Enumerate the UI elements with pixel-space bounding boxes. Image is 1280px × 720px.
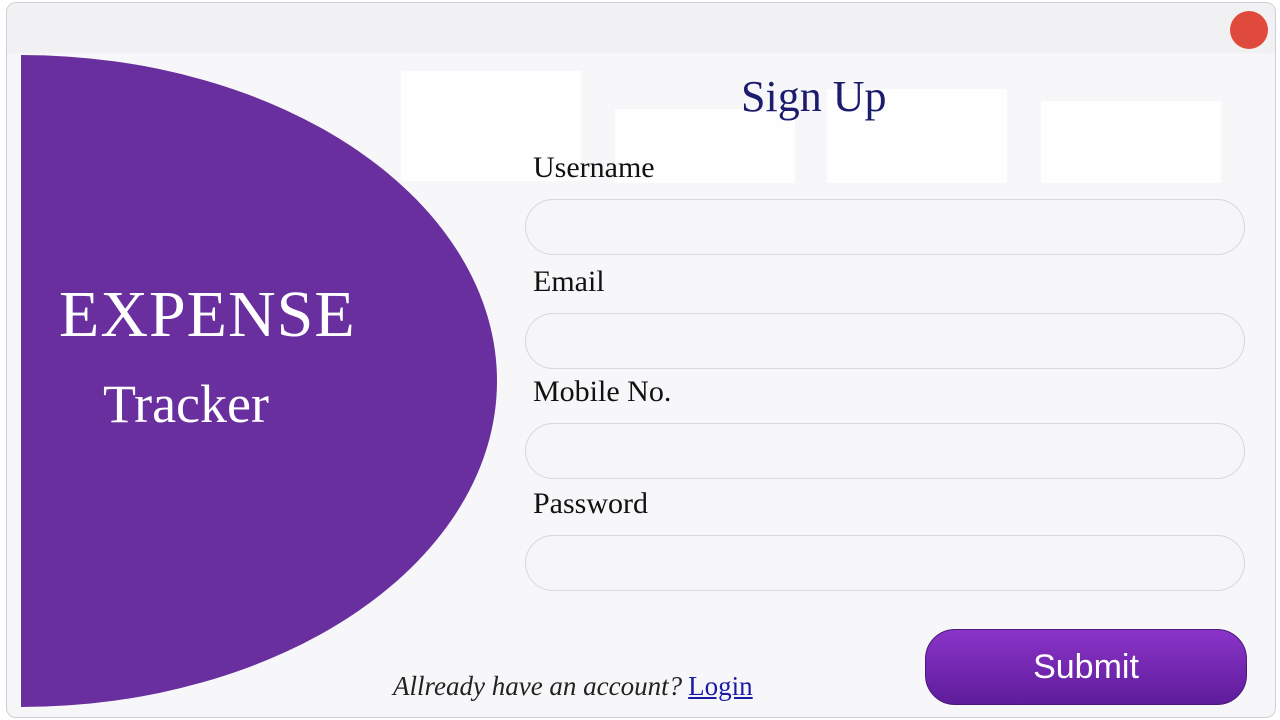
- submit-button[interactable]: Submit: [925, 629, 1247, 705]
- mobile-input[interactable]: [525, 423, 1245, 479]
- background-thumbnail: [1041, 101, 1221, 183]
- email-label: Email: [533, 265, 605, 298]
- password-input[interactable]: [525, 535, 1245, 591]
- signup-window: EXPENSE Tracker Sign Up Username Email M…: [6, 2, 1276, 718]
- login-row: Allready have an account? Login: [393, 671, 841, 711]
- mobile-label: Mobile No.: [533, 375, 672, 408]
- content-area: EXPENSE Tracker Sign Up Username Email M…: [21, 53, 1261, 709]
- close-icon[interactable]: [1230, 11, 1268, 49]
- login-link[interactable]: Login: [688, 671, 753, 701]
- brand-title: EXPENSE: [59, 278, 356, 351]
- password-label: Password: [533, 487, 649, 520]
- username-input[interactable]: [525, 199, 1245, 255]
- email-input[interactable]: [525, 313, 1245, 369]
- login-prompt: Allready have an account?: [393, 671, 683, 701]
- username-label: Username: [533, 151, 655, 184]
- brand-subtitle: Tracker: [103, 374, 269, 434]
- form-title: Sign Up: [741, 72, 887, 121]
- title-bar: [7, 3, 1275, 53]
